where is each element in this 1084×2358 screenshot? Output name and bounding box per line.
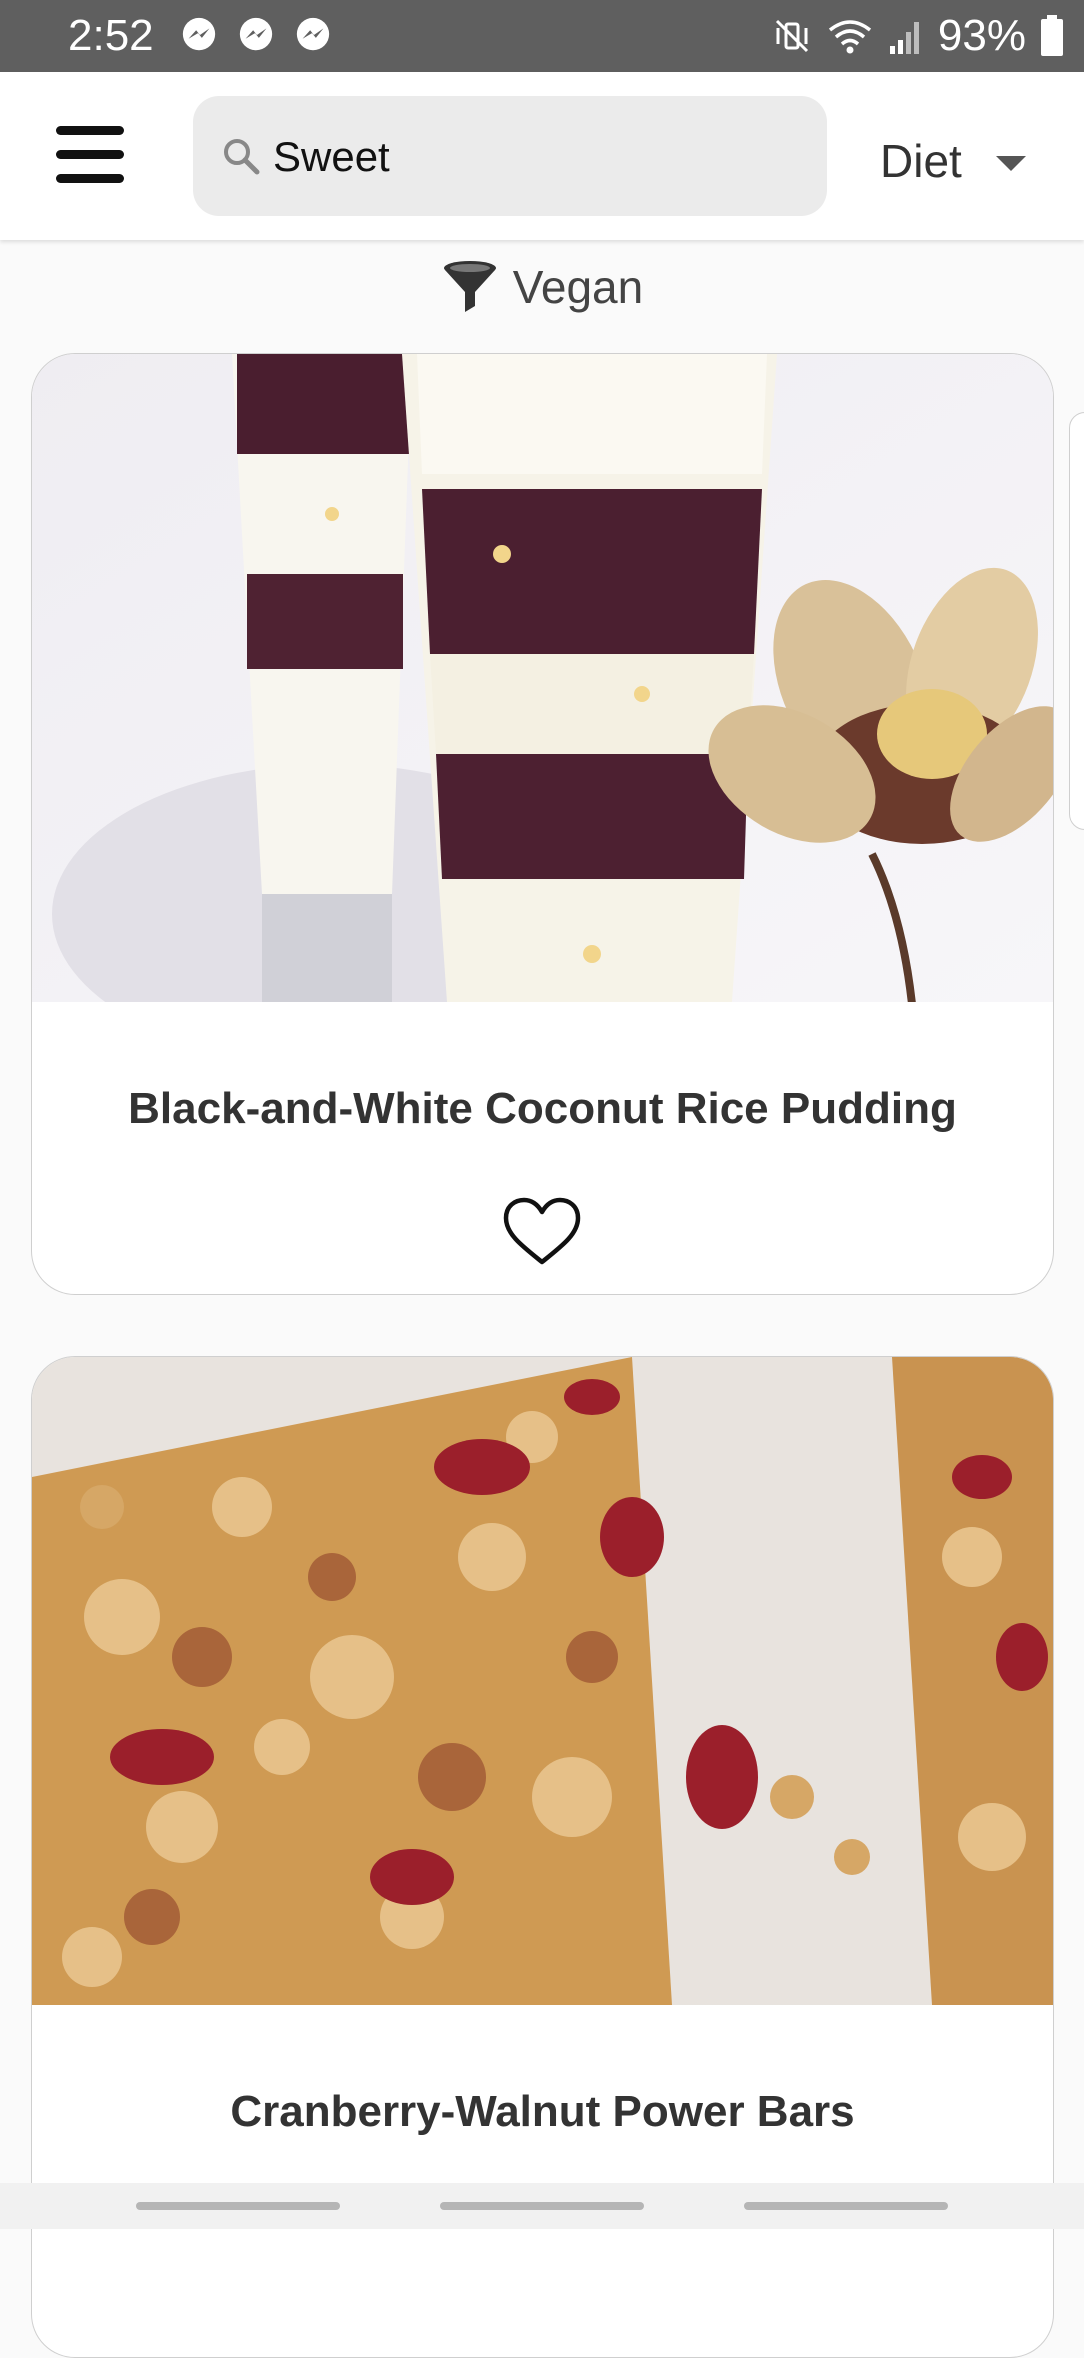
diet-dropdown-label: Diet [880, 135, 962, 187]
status-time: 2:52 [68, 11, 154, 60]
nav-home-button[interactable] [440, 2202, 644, 2210]
recipe-image [32, 1357, 1053, 2005]
status-system-icons: 93% [772, 10, 1064, 62]
filter-label: Vegan [512, 261, 644, 313]
messenger-icon [182, 17, 216, 51]
caret-down-icon [996, 156, 1026, 171]
recipe-title: Black-and-White Coconut Rice Pudding [128, 1084, 957, 1133]
nav-recents-button[interactable] [136, 2202, 340, 2210]
recipe-image [32, 354, 1053, 1002]
system-navigation-bar [0, 2183, 1084, 2229]
recipe-title: Cranberry-Walnut Power Bars [230, 2087, 855, 2136]
battery-icon [1041, 15, 1063, 56]
signal-icon [889, 22, 919, 54]
filter-funnel-icon [443, 261, 496, 312]
diet-dropdown[interactable]: Diet [878, 126, 1068, 196]
hamburger-menu-icon[interactable] [52, 126, 132, 190]
next-card-edge [1069, 412, 1084, 830]
messenger-icon [296, 17, 330, 51]
wifi-icon [828, 20, 872, 54]
messenger-icon [239, 17, 273, 51]
heart-outline-icon[interactable] [502, 1196, 582, 1268]
status-bar: 2:52 93% [0, 0, 1084, 72]
search-bar[interactable] [193, 96, 827, 216]
battery-percentage: 93% [937, 11, 1026, 60]
search-input[interactable] [271, 126, 795, 188]
filter-chip[interactable]: Vegan [441, 258, 643, 316]
recipe-card[interactable]: Black-and-White Coconut Rice Pudding [31, 353, 1054, 1295]
mute-vibrate-icon [775, 19, 808, 53]
active-filter: Vegan [0, 258, 1084, 328]
app-bar: Diet [0, 72, 1084, 240]
search-icon [224, 139, 260, 175]
nav-back-button[interactable] [744, 2202, 948, 2210]
